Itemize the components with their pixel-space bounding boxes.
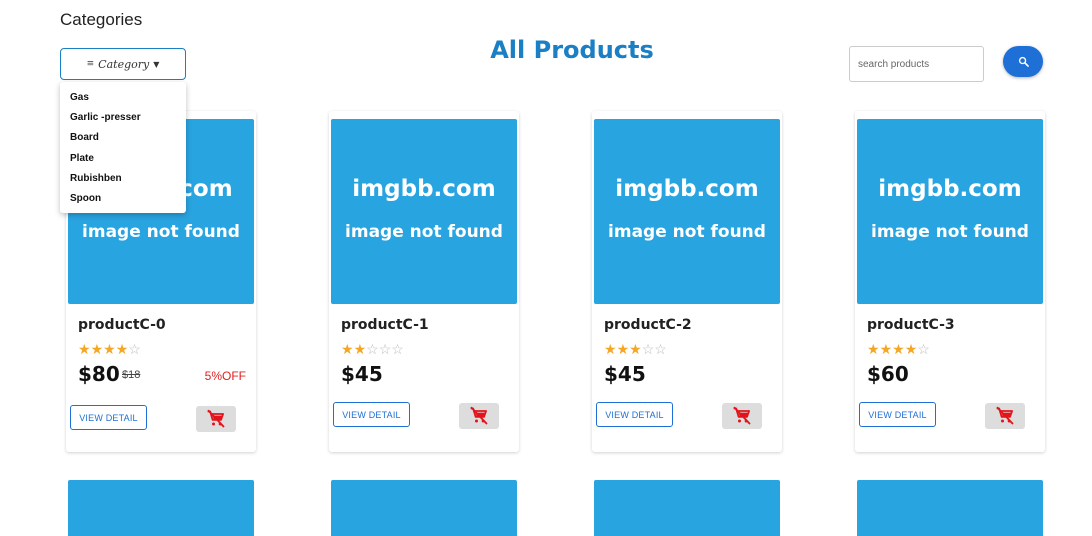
category-item-garlic-presser[interactable]: Garlic -presser (60, 108, 186, 128)
cart-button[interactable] (985, 403, 1025, 429)
caret-down-icon: ▼ (153, 59, 160, 69)
search-button[interactable] (1003, 46, 1043, 77)
product-card: imgbb.com image not found productC-2 ★★★… (592, 111, 782, 452)
product-image[interactable] (68, 480, 254, 536)
star-empty-icon: ☆ (366, 341, 379, 357)
category-filter-label: Category (98, 57, 150, 71)
product-name: productC-1 (341, 317, 429, 333)
star-filled-icon: ★ (604, 341, 617, 357)
image-placeholder-line1: imgbb.com (878, 175, 1022, 202)
star-filled-icon: ★ (103, 341, 116, 357)
star-empty-icon: ☆ (654, 341, 667, 357)
product-old-price: $18 (122, 369, 141, 381)
image-placeholder-line1: imgbb.com (352, 175, 496, 202)
product-card: imgbb.com image not found productC-1 ★★☆… (329, 111, 519, 452)
star-filled-icon: ★ (904, 341, 918, 357)
product-image[interactable]: imgbb.com image not found (857, 119, 1043, 304)
star-empty-icon: ☆ (917, 341, 930, 357)
star-empty-icon: ☆ (641, 341, 655, 357)
star-rating: ★★★★☆ (78, 341, 141, 358)
image-placeholder-line2: image not found (608, 221, 766, 242)
product-price: $60 (867, 362, 909, 386)
view-detail-button[interactable]: VIEW DETAIL (859, 402, 936, 427)
category-dropdown-menu: Gas Garlic -presser Board Plate Rubishbe… (60, 82, 186, 213)
category-item-rubishben[interactable]: Rubishben (60, 169, 186, 189)
star-empty-icon: ☆ (128, 341, 141, 357)
search-icon (1018, 56, 1029, 67)
discount-badge: 5%OFF (204, 369, 246, 383)
image-placeholder-line2: image not found (82, 221, 240, 242)
remove-shopping-cart-icon (207, 409, 225, 428)
star-rating: ★★★☆☆ (604, 341, 667, 358)
remove-shopping-cart-icon (733, 406, 751, 425)
star-filled-icon: ★ (629, 341, 642, 357)
cart-button[interactable] (459, 403, 499, 429)
product-name: productC-3 (867, 317, 955, 333)
view-detail-button[interactable]: VIEW DETAIL (70, 405, 147, 430)
star-filled-icon: ★ (616, 341, 630, 357)
category-item-spoon[interactable]: Spoon (60, 189, 186, 209)
view-detail-button[interactable]: VIEW DETAIL (333, 402, 410, 427)
image-placeholder-line1: imgbb.com (615, 175, 759, 202)
image-placeholder-line2: image not found (871, 221, 1029, 242)
remove-shopping-cart-icon (996, 406, 1014, 425)
product-price: $80 (78, 362, 120, 386)
image-placeholder-line2: image not found (345, 221, 503, 242)
star-filled-icon: ★ (78, 341, 91, 357)
filter-icon: ≡ (86, 59, 95, 69)
star-filled-icon: ★ (90, 341, 104, 357)
product-image[interactable]: imgbb.com image not found (331, 119, 517, 304)
star-filled-icon: ★ (341, 341, 354, 357)
product-image[interactable] (331, 480, 517, 536)
star-empty-icon: ☆ (391, 341, 404, 357)
product-price: $45 (341, 362, 383, 386)
category-item-plate[interactable]: Plate (60, 149, 186, 169)
product-card: imgbb.com image not found productC-3 ★★★… (855, 111, 1045, 452)
categories-heading: Categories (60, 10, 143, 29)
view-detail-button[interactable]: VIEW DETAIL (596, 402, 673, 427)
star-filled-icon: ★ (892, 341, 905, 357)
star-rating: ★★☆☆☆ (341, 341, 404, 358)
product-price: $45 (604, 362, 646, 386)
star-empty-icon: ☆ (378, 341, 392, 357)
category-item-board[interactable]: Board (60, 128, 186, 148)
product-image[interactable]: imgbb.com image not found (594, 119, 780, 304)
cart-button[interactable] (196, 406, 236, 432)
star-filled-icon: ★ (879, 341, 893, 357)
category-filter-button[interactable]: ≡ Category ▼ (60, 48, 186, 80)
star-rating: ★★★★☆ (867, 341, 930, 358)
star-filled-icon: ★ (353, 341, 367, 357)
star-filled-icon: ★ (115, 341, 129, 357)
product-name: productC-2 (604, 317, 692, 333)
product-image[interactable] (857, 480, 1043, 536)
product-image[interactable] (594, 480, 780, 536)
search-input[interactable] (849, 46, 984, 82)
remove-shopping-cart-icon (470, 406, 488, 425)
cart-button[interactable] (722, 403, 762, 429)
category-item-gas[interactable]: Gas (60, 88, 186, 108)
product-name: productC-0 (78, 317, 166, 333)
star-filled-icon: ★ (867, 341, 880, 357)
